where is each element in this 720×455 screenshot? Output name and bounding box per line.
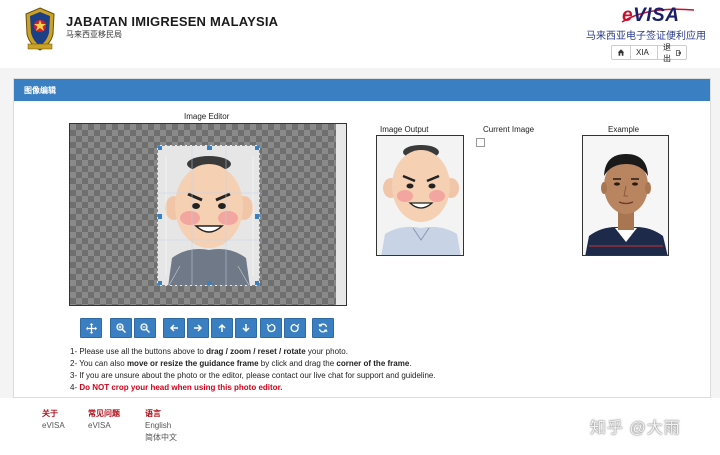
rotate-right-button[interactable]: [284, 318, 306, 338]
arrow-right-icon: [194, 324, 203, 332]
reset-button-group: [312, 318, 336, 338]
footer-language-english[interactable]: English: [145, 420, 177, 432]
cartoon-face-photo: [158, 146, 259, 285]
footer-about: 关于 eVISA: [42, 408, 65, 432]
panel-title: 图像编辑: [14, 79, 710, 101]
arrow-up-icon: [218, 323, 226, 332]
zhihu-watermark: 知乎 @大雨: [590, 420, 681, 437]
move-right-button[interactable]: [187, 318, 209, 338]
rotate-left-icon: [266, 323, 276, 333]
editor-edge: [336, 124, 346, 305]
org-name-zh: 马来西亚移民局: [66, 30, 122, 39]
drag-button[interactable]: [80, 318, 102, 338]
example-photo: [582, 135, 669, 256]
zoom-out-button[interactable]: [134, 318, 156, 338]
image-editor-canvas[interactable]: [69, 123, 347, 306]
home-icon: [617, 49, 625, 56]
image-edit-panel: 图像编辑 Image Editor Image Output Current I…: [13, 78, 711, 398]
evisa-logo[interactable]: eVISA: [622, 5, 679, 27]
guidance-frame[interactable]: [157, 145, 260, 286]
footer-language-chinese[interactable]: 简体中文: [145, 432, 177, 444]
output-photo: [377, 136, 463, 255]
resize-handle-sw[interactable]: [158, 281, 162, 285]
logout-button[interactable]: 退出: [657, 43, 687, 63]
footer-about-title: 关于: [42, 409, 58, 418]
move-icon: [85, 322, 97, 334]
current-image-label: Current Image: [483, 125, 535, 134]
instruction-1: 1- Please use all the buttons above to d…: [70, 347, 348, 356]
example-label: Example: [608, 125, 640, 134]
nudge-button-group: [163, 318, 259, 338]
move-button-group: [80, 318, 104, 338]
move-up-button[interactable]: [211, 318, 233, 338]
reset-icon: [318, 323, 328, 333]
footer-language: 语言 English 简体中文: [145, 408, 177, 444]
instruction-4: 4- Do NOT crop your head when using this…: [70, 383, 283, 392]
logout-icon: [675, 49, 681, 56]
home-button[interactable]: [611, 45, 631, 60]
language-dropdown[interactable]: XIA: [630, 45, 658, 60]
resize-handle-w[interactable]: [158, 214, 162, 219]
rotate-button-group: [260, 318, 308, 338]
zoom-out-icon: [140, 323, 150, 333]
footer-faq-link[interactable]: eVISA: [88, 420, 120, 432]
resize-handle-ne[interactable]: [255, 146, 259, 150]
footer-faq: 常见问题 eVISA: [88, 408, 120, 432]
language-dropdown-label: XIA: [636, 48, 649, 57]
header-actions: XIA 退出: [611, 43, 687, 63]
footer-faq-title: 常见问题: [88, 409, 120, 418]
app-name-zh: 马来西亚电子签证便利应用: [586, 31, 706, 42]
move-down-button[interactable]: [235, 318, 257, 338]
current-image-broken-icon: [476, 138, 485, 147]
zoom-in-button[interactable]: [110, 318, 132, 338]
resize-handle-e[interactable]: [255, 214, 259, 219]
example-portrait-image: [583, 136, 668, 255]
instruction-3: 3- If you are unsure about the photo or …: [70, 371, 436, 380]
resize-handle-n[interactable]: [207, 146, 212, 150]
footer-about-link[interactable]: eVISA: [42, 420, 65, 432]
arrow-down-icon: [242, 324, 250, 333]
site-header: JABATAN IMIGRESEN MALAYSIA 马来西亚移民局 eVISA…: [0, 0, 720, 68]
org-name-en: JABATAN IMIGRESEN MALAYSIA: [66, 14, 279, 29]
zoom-button-group: [110, 318, 158, 338]
resize-handle-se[interactable]: [255, 281, 259, 285]
malaysia-crest-logo: [25, 7, 55, 51]
rotate-left-button[interactable]: [260, 318, 282, 338]
image-editor-label: Image Editor: [184, 112, 230, 121]
logout-label: 退出: [663, 42, 671, 63]
image-output-preview: [376, 135, 464, 256]
zoom-in-icon: [116, 323, 126, 333]
chevron-down-icon: [650, 52, 652, 53]
resize-handle-s[interactable]: [207, 281, 212, 285]
instruction-2: 2- You can also move or resize the guida…: [70, 359, 412, 368]
arrow-left-icon: [169, 324, 178, 332]
move-left-button[interactable]: [163, 318, 185, 338]
resize-handle-nw[interactable]: [158, 146, 162, 150]
rotate-right-icon: [290, 323, 300, 333]
image-output-label: Image Output: [380, 125, 429, 134]
reset-button[interactable]: [312, 318, 334, 338]
footer-language-title: 语言: [145, 409, 161, 418]
